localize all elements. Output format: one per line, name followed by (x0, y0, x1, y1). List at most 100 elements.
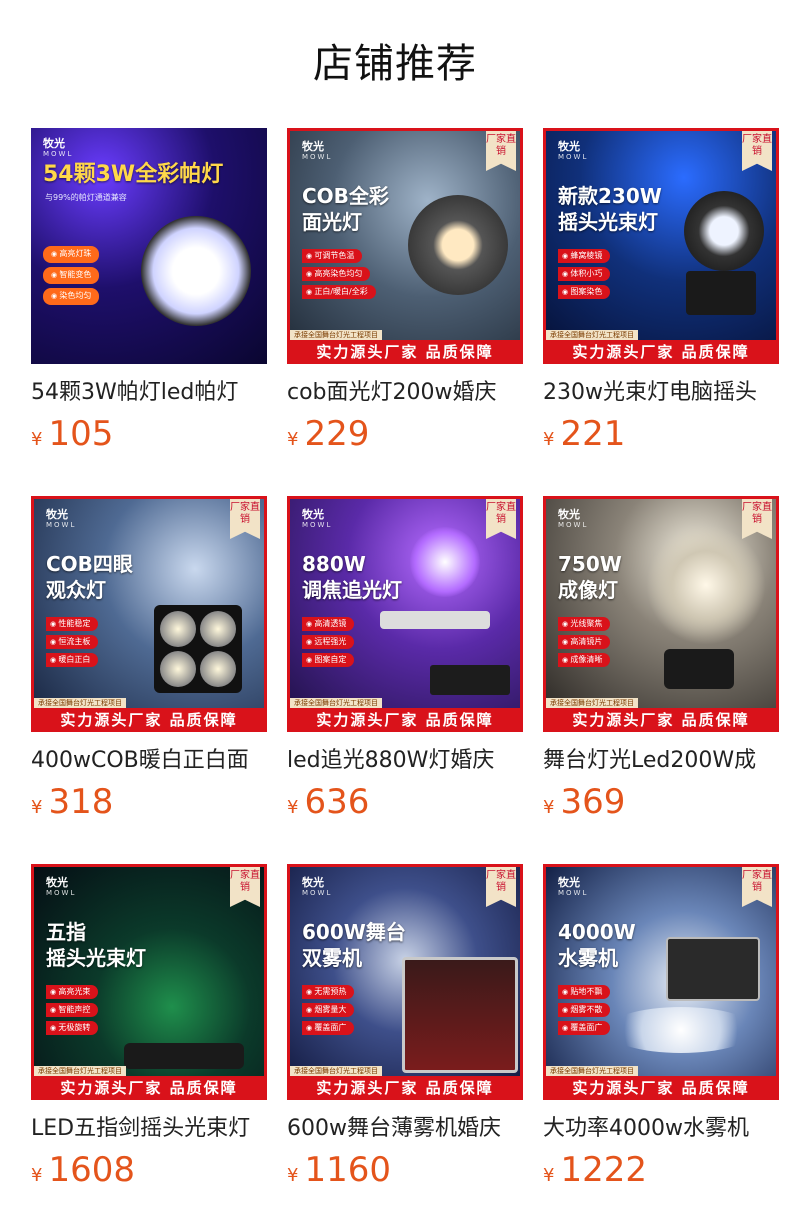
feature-tag: 无需预热 (302, 985, 355, 999)
price-value: 636 (304, 782, 370, 822)
feature-tag: 光线聚焦 (558, 617, 611, 631)
currency-symbol: ¥ (543, 1165, 555, 1186)
feature-tag: 暖白正白 (46, 653, 99, 667)
product-card[interactable]: 牧光MOWL 厂家直销 600W舞台 双雾机 无需预热烟雾量大覆盖面广 承接全国… (287, 864, 523, 1232)
quality-banner: 实力源头厂家 品质保障 (290, 1076, 520, 1100)
project-banner: 承接全国舞台灯光工程项目 (546, 698, 638, 708)
product-card[interactable]: 牧光MOWL 厂家直销 750W 成像灯 光线聚焦高清镜片成像清晰 承接全国舞台… (543, 496, 779, 864)
product-image[interactable]: 牧光MOWL 54颗3W全彩帕灯 与99%的帕灯通道兼容 高亮灯珠智能变色染色均… (31, 128, 267, 364)
feature-list: 贴地不飘烟雾不散覆盖面广 (558, 985, 611, 1039)
feature-tag: 高亮灯珠 (43, 246, 100, 263)
feature-list: 蜂窝棱镜体积小巧图案染色 (558, 249, 611, 303)
product-grid: 牧光MOWL 54颗3W全彩帕灯 与99%的帕灯通道兼容 高亮灯珠智能变色染色均… (31, 128, 790, 1232)
price-value: 1160 (304, 1150, 391, 1190)
brand-logo: 牧光 MOWL (302, 508, 333, 529)
product-image[interactable]: 牧光MOWL 厂家直销 COB全彩 面光灯 可调节色温高亮染色均匀正白/暖白/全… (287, 128, 523, 364)
image-headline: 54颗3W全彩帕灯 (43, 162, 224, 187)
product-card[interactable]: 牧光MOWL 厂家直销 新款230W 摇头光束灯 蜂窝棱镜体积小巧图案染色 承接… (543, 128, 779, 496)
price-value: 318 (48, 782, 114, 822)
product-name[interactable]: 舞台灯光Led200W成 (543, 746, 779, 776)
project-banner: 承接全国舞台灯光工程项目 (290, 1066, 382, 1076)
product-card[interactable]: 牧光MOWL 54颗3W全彩帕灯 与99%的帕灯通道兼容 高亮灯珠智能变色染色均… (31, 128, 267, 496)
product-name[interactable]: led追光880W灯婚庆 (287, 746, 523, 776)
feature-list: 性能稳定恒流主板暖白正白 (46, 617, 99, 671)
product-price: ¥318 (31, 784, 267, 826)
product-name[interactable]: 400wCOB暖白正白面 (31, 746, 267, 776)
feature-list: 高亮灯珠智能变色染色均匀 (43, 246, 100, 309)
feature-tag: 高清透镜 (302, 617, 355, 631)
feature-tag: 无极旋转 (46, 1021, 99, 1035)
project-banner: 承接全国舞台灯光工程项目 (34, 1066, 126, 1076)
product-card[interactable]: 牧光MOWL 厂家直销 COB四眼 观众灯 性能稳定恒流主板暖白正白 承接全国舞… (31, 496, 267, 864)
price-value: 221 (560, 414, 626, 454)
product-name[interactable]: 230w光束灯电脑摇头 (543, 378, 779, 408)
image-headline: 880W 调焦追光灯 (302, 552, 402, 602)
product-name[interactable]: 54颗3W帕灯led帕灯 (31, 378, 267, 408)
product-name[interactable]: 600w舞台薄雾机婚庆 (287, 1114, 523, 1144)
feature-tag: 高亮光束 (46, 985, 99, 999)
currency-symbol: ¥ (287, 797, 299, 818)
product-card[interactable]: 牧光MOWL 厂家直销 五指 摇头光束灯 高亮光束智能声控无极旋转 承接全国舞台… (31, 864, 267, 1232)
quality-banner: 实力源头厂家 品质保障 (546, 340, 776, 364)
feature-tag: 覆盖面广 (302, 1021, 355, 1035)
feature-tag: 烟雾不散 (558, 1003, 611, 1017)
product-price: ¥636 (287, 784, 523, 826)
feature-tag: 染色均匀 (43, 288, 100, 305)
quality-banner: 实力源头厂家 品质保障 (546, 708, 776, 732)
quality-banner: 实力源头厂家 品质保障 (546, 1076, 776, 1100)
feature-list: 高清透镜远程强光图案自定 (302, 617, 355, 671)
quality-banner: 实力源头厂家 品质保障 (34, 708, 264, 732)
price-value: 1222 (560, 1150, 647, 1190)
project-banner: 承接全国舞台灯光工程项目 (290, 698, 382, 708)
product-card[interactable]: 牧光MOWL 厂家直销 COB全彩 面光灯 可调节色温高亮染色均匀正白/暖白/全… (287, 128, 523, 496)
image-headline: 4000W 水雾机 (558, 920, 636, 970)
product-card[interactable]: 牧光MOWL 厂家直销 4000W 水雾机 贴地不飘烟雾不散覆盖面广 承接全国舞… (543, 864, 779, 1232)
product-name[interactable]: LED五指剑摇头光束灯 (31, 1114, 267, 1144)
project-banner: 承接全国舞台灯光工程项目 (34, 698, 126, 708)
currency-symbol: ¥ (287, 429, 299, 450)
brand-logo: 牧光 MOWL (302, 140, 333, 161)
product-price: ¥1160 (287, 1152, 523, 1194)
currency-symbol: ¥ (31, 797, 43, 818)
feature-tag: 可调节色温 (302, 249, 363, 263)
product-image[interactable]: 牧光MOWL 厂家直销 600W舞台 双雾机 无需预热烟雾量大覆盖面广 承接全国… (287, 864, 523, 1100)
product-name[interactable]: cob面光灯200w婚庆 (287, 378, 523, 408)
currency-symbol: ¥ (543, 429, 555, 450)
product-price: ¥1222 (543, 1152, 779, 1194)
brand-logo: 牧光 MOWL (558, 140, 589, 161)
image-headline: 600W舞台 双雾机 (302, 920, 406, 970)
product-image[interactable]: 牧光MOWL 厂家直销 新款230W 摇头光束灯 蜂窝棱镜体积小巧图案染色 承接… (543, 128, 779, 364)
feature-tag: 贴地不飘 (558, 985, 611, 999)
project-banner: 承接全国舞台灯光工程项目 (290, 330, 382, 340)
brand-logo: 牧光 MOWL (46, 508, 77, 529)
project-banner: 承接全国舞台灯光工程项目 (546, 330, 638, 340)
product-price: ¥369 (543, 784, 779, 826)
product-name[interactable]: 大功率4000w水雾机 (543, 1114, 779, 1144)
quality-banner: 实力源头厂家 品质保障 (34, 1076, 264, 1100)
feature-tag: 智能声控 (46, 1003, 99, 1017)
brand-logo: 牧光 MOWL (46, 876, 77, 897)
image-subline: 与99%的帕灯通道兼容 (45, 193, 127, 202)
product-image[interactable]: 牧光MOWL 厂家直销 750W 成像灯 光线聚焦高清镜片成像清晰 承接全国舞台… (543, 496, 779, 732)
product-image[interactable]: 牧光MOWL 厂家直销 880W 调焦追光灯 高清透镜远程强光图案自定 承接全国… (287, 496, 523, 732)
product-image[interactable]: 牧光MOWL 厂家直销 COB四眼 观众灯 性能稳定恒流主板暖白正白 承接全国舞… (31, 496, 267, 732)
price-value: 229 (304, 414, 370, 454)
product-price: ¥221 (543, 416, 779, 458)
feature-tag: 正白/暖白/全彩 (302, 285, 376, 299)
price-value: 1608 (48, 1150, 135, 1190)
feature-tag: 体积小巧 (558, 267, 611, 281)
brand-logo: 牧光 MOWL (43, 137, 74, 158)
currency-symbol: ¥ (31, 429, 43, 450)
price-value: 369 (560, 782, 626, 822)
currency-symbol: ¥ (287, 1165, 299, 1186)
feature-list: 无需预热烟雾量大覆盖面广 (302, 985, 355, 1039)
brand-logo: 牧光 MOWL (558, 508, 589, 529)
product-card[interactable]: 牧光MOWL 厂家直销 880W 调焦追光灯 高清透镜远程强光图案自定 承接全国… (287, 496, 523, 864)
feature-list: 高亮光束智能声控无极旋转 (46, 985, 99, 1039)
feature-tag: 远程强光 (302, 635, 355, 649)
product-image[interactable]: 牧光MOWL 厂家直销 4000W 水雾机 贴地不飘烟雾不散覆盖面广 承接全国舞… (543, 864, 779, 1100)
feature-tag: 成像清晰 (558, 653, 611, 667)
feature-tag: 性能稳定 (46, 617, 99, 631)
product-image[interactable]: 牧光MOWL 厂家直销 五指 摇头光束灯 高亮光束智能声控无极旋转 承接全国舞台… (31, 864, 267, 1100)
feature-tag: 图案染色 (558, 285, 611, 299)
